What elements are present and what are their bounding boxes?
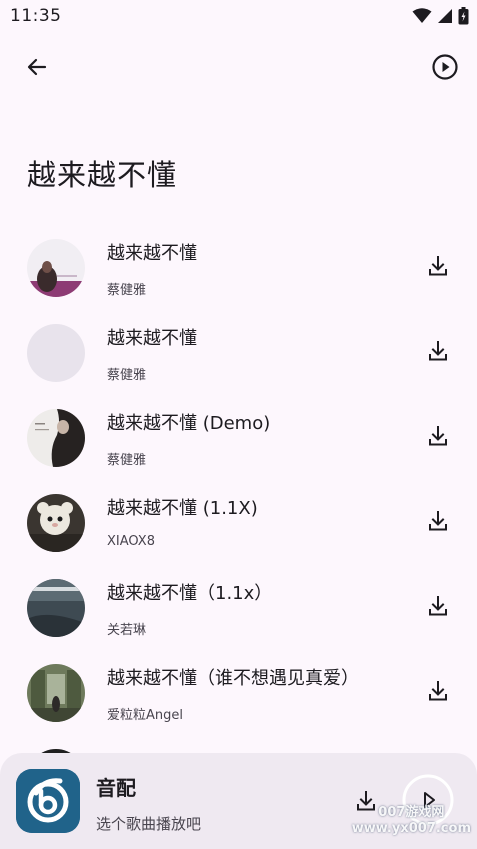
watermark: 007游戏网 www.yx007.com: [352, 805, 471, 837]
song-title: 越来越不懂: [107, 243, 197, 264]
song-title: 越来越不懂（谁不想遇见真爱）: [107, 668, 359, 689]
song-artist: 爱粒粒Angel: [107, 708, 183, 723]
album-cover: [27, 409, 85, 467]
download-button[interactable]: [425, 425, 451, 451]
song-artist: 蔡健雅: [107, 368, 147, 383]
download-icon: [427, 680, 449, 706]
album-cover: [27, 579, 85, 637]
download-button[interactable]: [425, 255, 451, 281]
song-list-item[interactable]: 越来越不懂（谁不想遇见真爱） 爱粒粒Angel: [0, 651, 477, 736]
download-icon: [427, 510, 449, 536]
song-list-item[interactable]: 越来越不懂 蔡健雅: [0, 311, 477, 396]
song-list-item[interactable]: 越来越不懂 (Demo) 蔡健雅: [0, 396, 477, 481]
battery-icon: [458, 7, 469, 29]
screen: 11:35 越来越不懂 越来越不懂 蔡健雅 越来越不懂 蔡健雅 越来越不懂 (D…: [0, 0, 477, 849]
player-subtitle: 选个歌曲播放吧: [96, 815, 202, 833]
song-artist: 蔡健雅: [107, 283, 147, 298]
album-cover: [27, 239, 85, 297]
status-icons: [412, 7, 469, 29]
player-title: 音配: [96, 776, 136, 800]
song-title: 越来越不懂 (Demo): [107, 413, 271, 434]
wifi-icon: [412, 8, 432, 28]
download-icon: [427, 595, 449, 621]
download-icon: [427, 255, 449, 281]
song-list-item[interactable]: 越来越不懂 蔡健雅: [0, 226, 477, 311]
play-circle-icon: [431, 53, 459, 85]
album-cover: [27, 664, 85, 722]
download-button[interactable]: [425, 340, 451, 366]
song-title: 越来越不懂（1.1x）: [107, 583, 273, 604]
top-app-bar: [0, 40, 477, 98]
signal-icon: [437, 8, 453, 28]
arrow-left-icon: [25, 55, 49, 83]
album-cover: [27, 324, 85, 382]
song-list-item[interactable]: 越来越不懂（1.1x） 关若琳: [0, 566, 477, 651]
page-title: 越来越不懂: [27, 158, 178, 192]
watermark-text: 007游戏网 www.yx007.com: [351, 805, 471, 836]
song-title: 越来越不懂: [107, 328, 197, 349]
song-artist: 关若琳: [107, 623, 147, 638]
song-artist: 蔡健雅: [107, 453, 147, 468]
song-list-item[interactable]: 越来越不懂 (1.1X) XIAOX8: [0, 481, 477, 566]
status-time: 11:35: [10, 6, 62, 26]
download-button[interactable]: [425, 680, 451, 706]
app-logo: [16, 769, 80, 833]
download-icon: [427, 340, 449, 366]
download-icon: [427, 425, 449, 451]
back-button[interactable]: [17, 49, 57, 89]
album-cover: [27, 494, 85, 552]
song-artist: XIAOX8: [107, 534, 155, 549]
play-all-button[interactable]: [425, 49, 465, 89]
status-bar: 11:35: [0, 0, 477, 34]
download-button[interactable]: [425, 595, 451, 621]
download-button[interactable]: [425, 510, 451, 536]
song-title: 越来越不懂 (1.1X): [107, 498, 258, 519]
song-list: 越来越不懂 蔡健雅 越来越不懂 蔡健雅 越来越不懂 (Demo) 蔡健雅 越来越…: [0, 226, 477, 821]
